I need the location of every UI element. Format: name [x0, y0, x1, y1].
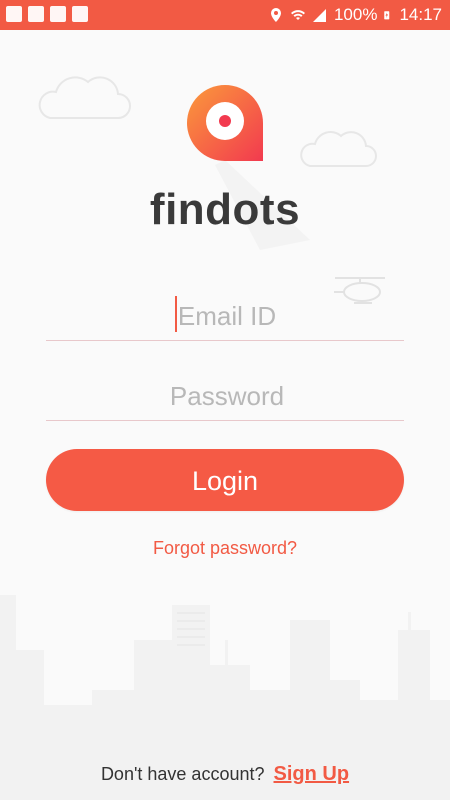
email-field-container	[46, 290, 408, 342]
findots-logo-icon	[187, 85, 263, 161]
clock: 14:17	[399, 5, 442, 24]
password-field-container	[46, 370, 408, 422]
battery-level: 100%	[333, 5, 378, 24]
login-button[interactable]: Login	[46, 449, 404, 511]
status-right-icons: 100% 14:17	[268, 4, 442, 26]
signup-prompt-text: Don't have account?	[100, 764, 265, 784]
signal-icon	[312, 9, 326, 22]
play-store-icon	[72, 6, 88, 22]
email-field[interactable]	[46, 290, 408, 342]
cloud-icon	[300, 131, 377, 167]
signup-prompt: Don't have account? Sign Up	[0, 763, 450, 786]
wifi-icon	[290, 10, 305, 20]
brand-name: findots	[149, 185, 301, 234]
status-bar: 100% 14:17	[0, 0, 450, 30]
gmail-icon	[28, 6, 44, 22]
password-field[interactable]	[46, 370, 408, 422]
gallery-icon	[6, 6, 22, 22]
battery-charging-icon	[384, 11, 390, 20]
signup-link[interactable]: Sign Up	[274, 763, 350, 785]
text-cursor	[175, 296, 177, 332]
cloud-icon	[38, 76, 131, 119]
forgot-password-link[interactable]: Forgot password?	[0, 538, 450, 559]
location-icon	[270, 8, 281, 22]
check-icon	[50, 6, 66, 22]
status-left-icons	[6, 6, 88, 22]
